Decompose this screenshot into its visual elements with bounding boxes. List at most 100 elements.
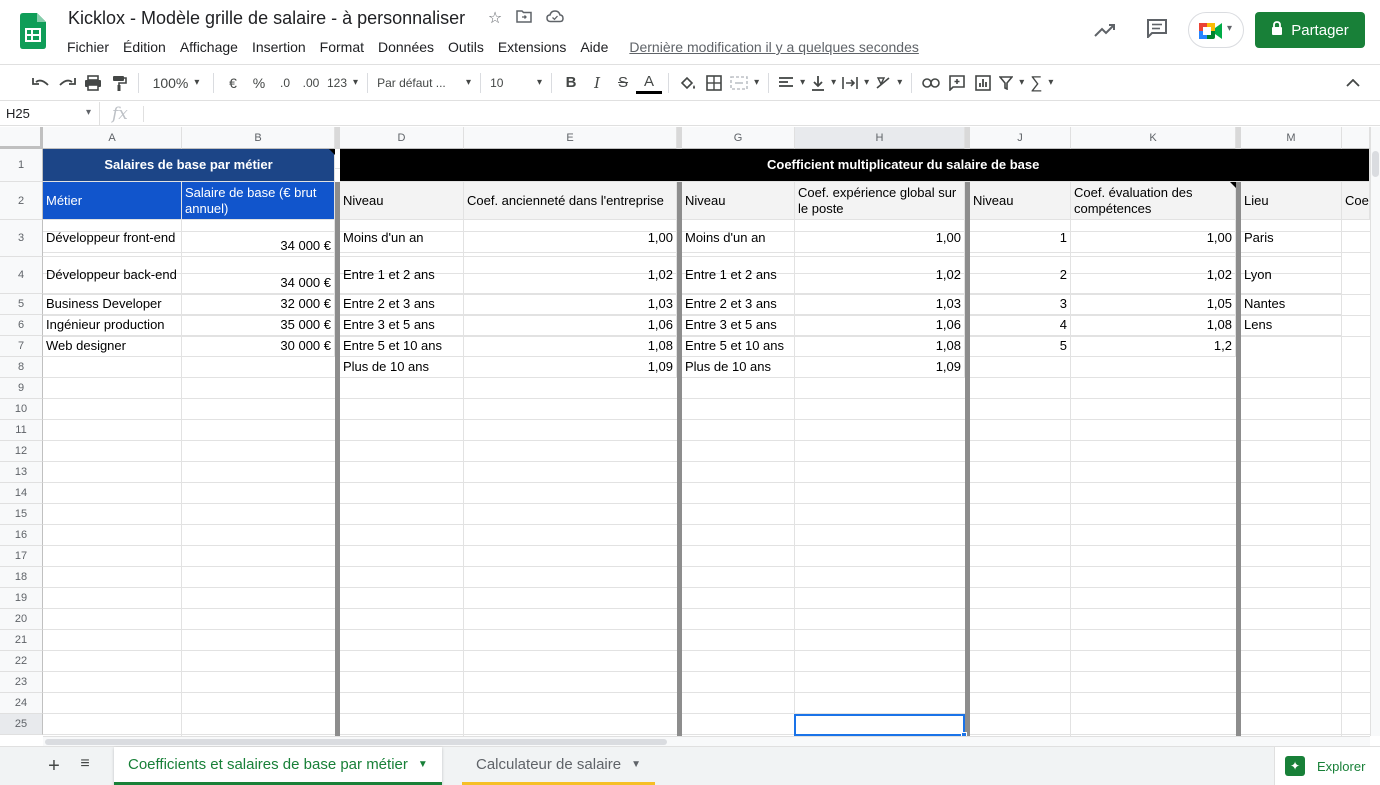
row-header-20[interactable]: 20 (0, 609, 43, 630)
column-header-n[interactable] (1342, 127, 1370, 149)
spreadsheet-grid[interactable]: A B D E G H J K M 1 2 3 4 5 6 7 8 9 10 1… (0, 127, 1370, 736)
row-header-12[interactable]: 12 (0, 441, 43, 462)
menu-affichage[interactable]: Affichage (173, 37, 245, 57)
hidden-column-i-divider[interactable] (965, 182, 970, 736)
chevron-down-icon[interactable]: ▾ (86, 107, 91, 118)
col-label-coef-evaluation[interactable]: Coef. évaluation des compétences (1071, 182, 1236, 220)
row-header-7[interactable]: 7 (0, 336, 43, 357)
niveau-evaluation-cell[interactable]: 5 (970, 336, 1071, 357)
menu-format[interactable]: Format (313, 37, 371, 57)
chevron-down-icon[interactable]: ▼ (418, 759, 428, 770)
bold-button[interactable]: B (558, 70, 584, 96)
column-header-b[interactable]: B (182, 127, 335, 149)
salaire-cell[interactable]: 34 000 € (182, 257, 335, 294)
share-button[interactable]: Partager (1255, 12, 1365, 48)
menu-edition[interactable]: Édition (116, 37, 173, 57)
insert-chart-icon[interactable] (970, 70, 996, 96)
header-coefficient-multiplicateur[interactable]: Coefficient multiplicateur du salaire de… (340, 149, 1370, 182)
all-sheets-menu-icon[interactable]: ≡ (74, 755, 96, 773)
niveau-anciennete-cell[interactable]: Entre 2 et 3 ans (340, 294, 464, 315)
meet-button[interactable]: ▾ (1188, 12, 1244, 48)
row-header-8[interactable]: 8 (0, 357, 43, 378)
col-label-niveau-evaluation[interactable]: Niveau (970, 182, 1071, 220)
column-header-k[interactable]: K (1071, 127, 1236, 149)
activity-trend-icon[interactable] (1092, 18, 1118, 44)
zoom-select[interactable]: 100% (145, 70, 207, 96)
metier-cell[interactable]: Développeur front-end (43, 220, 182, 257)
header-salaires-par-metier[interactable]: Salaires de base par métier (43, 149, 335, 182)
sheet-tab-calculateur[interactable]: Calculateur de salaire ▼ (462, 747, 655, 785)
lieu-cell[interactable]: Lens (1241, 315, 1342, 336)
coef-evaluation-cell[interactable]: 1,00 (1071, 220, 1236, 257)
salaire-cell[interactable]: 32 000 € (182, 294, 335, 315)
row-header-2[interactable]: 2 (0, 182, 43, 220)
row-header-14[interactable]: 14 (0, 483, 43, 504)
row-header-24[interactable]: 24 (0, 693, 43, 714)
row-header-3[interactable]: 3 (0, 220, 43, 257)
niveau-evaluation-cell[interactable]: 2 (970, 257, 1071, 294)
column-header-m[interactable]: M (1241, 127, 1342, 149)
collapse-toolbar-icon[interactable] (1340, 70, 1366, 96)
col-label-coef-experience[interactable]: Coef. expérience global sur le poste (795, 182, 965, 220)
move-to-folder-icon[interactable] (514, 9, 534, 29)
menu-outils[interactable]: Outils (441, 37, 491, 57)
coef-experience-cell[interactable]: 1,02 (795, 257, 965, 294)
document-title[interactable]: Kicklox - Modèle grille de salaire - à p… (68, 8, 465, 29)
decrease-decimal-button[interactable]: .0 (272, 70, 298, 96)
menu-insertion[interactable]: Insertion (245, 37, 313, 57)
row-header-9[interactable]: 9 (0, 378, 43, 399)
lieu-cell[interactable]: Lyon (1241, 257, 1342, 294)
coef-experience-cell[interactable]: 1,06 (795, 315, 965, 336)
niveau-anciennete-cell[interactable]: Entre 5 et 10 ans (340, 336, 464, 357)
hidden-column-f-divider[interactable] (677, 182, 682, 736)
column-header-g[interactable]: G (682, 127, 795, 149)
column-header-a[interactable]: A (43, 127, 182, 149)
sheet-tab-coefficients[interactable]: Coefficients et salaires de base par mét… (114, 747, 442, 785)
column-header-e[interactable]: E (464, 127, 677, 149)
borders-icon[interactable] (701, 70, 727, 96)
font-family-select[interactable]: Par défaut ... (374, 70, 474, 96)
col-label-coef-lieu[interactable]: Coe (1342, 182, 1370, 220)
row-header-23[interactable]: 23 (0, 672, 43, 693)
niveau-anciennete-cell[interactable]: Moins d'un an (340, 220, 464, 257)
row-header-15[interactable]: 15 (0, 504, 43, 525)
coef-evaluation-cell[interactable]: 1,05 (1071, 294, 1236, 315)
coef-anciennete-cell[interactable]: 1,06 (464, 315, 677, 336)
horizontal-align-icon[interactable] (775, 70, 808, 96)
row-header-17[interactable]: 17 (0, 546, 43, 567)
hidden-column-l-divider[interactable] (1236, 182, 1241, 736)
coef-experience-cell[interactable]: 1,09 (795, 357, 965, 378)
insert-link-icon[interactable] (918, 70, 944, 96)
filter-icon[interactable] (996, 70, 1027, 96)
menu-fichier[interactable]: Fichier (60, 37, 116, 57)
increase-decimal-button[interactable]: .00 (298, 70, 324, 96)
font-size-select[interactable]: 10 (487, 70, 545, 96)
currency-format-button[interactable]: € (220, 70, 246, 96)
column-header-d[interactable]: D (340, 127, 464, 149)
coef-anciennete-cell[interactable]: 1,08 (464, 336, 677, 357)
salaire-cell[interactable]: 30 000 € (182, 336, 335, 357)
col-label-coef-anciennete[interactable]: Coef. ancienneté dans l'entreprise (464, 182, 677, 220)
coef-experience-cell[interactable]: 1,08 (795, 336, 965, 357)
niveau-anciennete-cell[interactable]: Entre 1 et 2 ans (340, 257, 464, 294)
col-label-niveau-experience[interactable]: Niveau (682, 182, 795, 220)
metier-cell[interactable]: Business Developer (43, 294, 182, 315)
text-color-button[interactable]: A (636, 72, 663, 94)
menu-donnees[interactable]: Données (371, 37, 441, 57)
coef-anciennete-cell[interactable]: 1,02 (464, 257, 677, 294)
add-sheet-icon[interactable]: + (43, 755, 65, 778)
metier-cell[interactable]: Développeur back-end (43, 257, 182, 294)
niveau-evaluation-cell[interactable]: 1 (970, 220, 1071, 257)
text-wrap-icon[interactable] (839, 70, 872, 96)
redo-icon[interactable] (54, 70, 80, 96)
text-rotation-icon[interactable] (872, 70, 905, 96)
row-header-13[interactable]: 13 (0, 462, 43, 483)
vertical-align-icon[interactable] (808, 70, 839, 96)
niveau-experience-cell[interactable]: Plus de 10 ans (682, 357, 795, 378)
hidden-column-c-divider[interactable] (335, 182, 340, 736)
column-header-h[interactable]: H (795, 127, 965, 149)
row-header-16[interactable]: 16 (0, 525, 43, 546)
cloud-saved-icon[interactable] (545, 9, 565, 29)
coef-anciennete-cell[interactable]: 1,00 (464, 220, 677, 257)
coef-evaluation-cell[interactable]: 1,2 (1071, 336, 1236, 357)
